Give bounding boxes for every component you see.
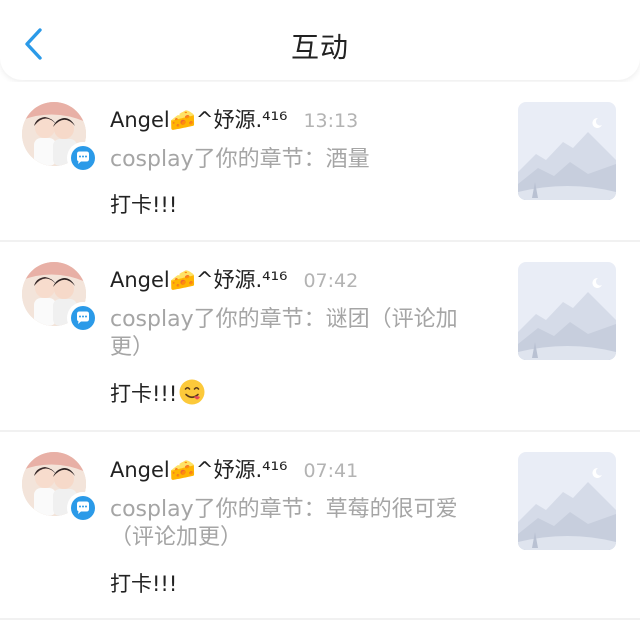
mountain-moon-placeholder-icon [518, 452, 616, 550]
list-item[interactable]: Angel🧀^妤源.⁴¹⁶ 07:41 cosplay了你的章节：草莓的很可爱（… [0, 432, 640, 618]
savoring-food-emoji [178, 378, 206, 411]
comment-text: 打卡!!! [110, 378, 206, 411]
activity-description: cosplay了你的章节：草莓的很可爱（评论加更） [110, 497, 458, 550]
chat-bubble-icon [71, 306, 95, 330]
user-name[interactable]: Angel🧀^妤源.⁴¹⁶ [110, 454, 287, 484]
item-header: Angel🧀^妤源.⁴¹⁶ 13:13 [110, 104, 358, 136]
message-badge [67, 302, 99, 334]
chapter-thumbnail[interactable] [518, 452, 616, 550]
activity-description: cosplay了你的章节：谜团（评论加更） [110, 307, 458, 360]
avatar[interactable] [22, 452, 99, 528]
message-badge [67, 142, 99, 174]
chat-bubble-icon [71, 496, 95, 520]
comment-text: 打卡!!! [110, 193, 178, 217]
mountain-moon-placeholder-icon [518, 102, 616, 200]
activity-description: cosplay了你的章节：酒量 [110, 147, 370, 172]
top-bar: 互动 [0, 0, 640, 80]
avatar[interactable] [22, 262, 99, 338]
list-item[interactable]: Angel🧀^妤源.⁴¹⁶ 13:13 cosplay了你的章节：酒量 打卡!!… [0, 82, 640, 240]
comment-text: 打卡!!! [110, 572, 178, 596]
page-title: 互动 [290, 31, 349, 64]
timestamp: 07:41 [303, 460, 359, 482]
chat-bubble-icon [71, 146, 95, 170]
user-name[interactable]: Angel🧀^妤源.⁴¹⁶ [110, 264, 287, 294]
user-name[interactable]: Angel🧀^妤源.⁴¹⁶ [110, 104, 287, 134]
avatar[interactable] [22, 102, 99, 178]
item-header: Angel🧀^妤源.⁴¹⁶ 07:42 [110, 264, 358, 296]
timestamp: 13:13 [303, 110, 359, 132]
list-item[interactable]: Angel🧀^妤源.⁴¹⁶ 07:42 cosplay了你的章节：谜团（评论加更… [0, 242, 640, 430]
list-item-partial [0, 620, 640, 630]
chapter-thumbnail[interactable] [518, 102, 616, 200]
chapter-thumbnail[interactable] [518, 262, 616, 360]
message-badge [67, 492, 99, 524]
item-header: Angel🧀^妤源.⁴¹⁶ 07:41 [110, 454, 358, 486]
mountain-moon-placeholder-icon [518, 262, 616, 360]
timestamp: 07:42 [303, 270, 359, 292]
